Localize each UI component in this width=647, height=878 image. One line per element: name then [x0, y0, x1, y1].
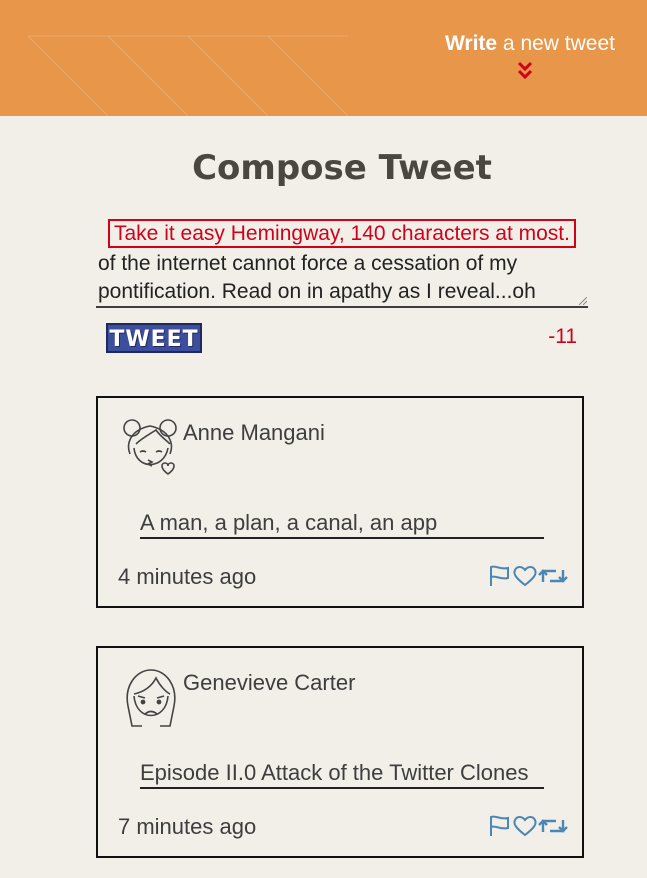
tweet-actions	[488, 564, 570, 590]
tweet-timestamp: 7 minutes ago	[118, 814, 257, 839]
char-counter: -11	[548, 325, 577, 348]
tweet-text: Episode II.0 Attack of the Twitter Clone…	[140, 760, 544, 789]
girl-kiss-avatar-icon	[123, 419, 177, 475]
double-chevron-down-icon[interactable]	[516, 60, 534, 82]
compose-title: Compose Tweet	[192, 148, 492, 188]
retweet-icon[interactable]	[538, 814, 568, 838]
textarea-line-1: of the internet cannot force a cessation…	[98, 252, 518, 275]
textarea-line-2: pontification. Read on in apathy as I re…	[98, 280, 536, 303]
tweet-actions	[488, 814, 570, 840]
retweet-icon[interactable]	[538, 564, 568, 588]
top-bar: Write a new tweet	[0, 0, 647, 116]
tweet-card: Genevieve Carter Episode II.0 Attack of …	[96, 646, 584, 858]
write-new-tweet-link[interactable]: Write a new tweet	[445, 32, 615, 56]
tweet-button[interactable]: TWEET	[106, 323, 202, 353]
tweet-card: Anne Mangani A man, a plan, a canal, an …	[96, 396, 584, 608]
char-limit-warning: Take it easy Hemingway, 140 characters a…	[108, 219, 576, 248]
heart-icon[interactable]	[512, 564, 538, 588]
header-pattern	[27, 35, 349, 116]
flag-icon[interactable]	[488, 814, 512, 838]
girl-frown-avatar-icon	[126, 669, 176, 727]
write-label: Write	[444, 32, 498, 55]
tweet-timestamp: 4 minutes ago	[118, 564, 257, 589]
resize-grip-icon[interactable]	[579, 297, 587, 305]
write-rest-label: a new tweet	[497, 32, 615, 55]
tweet-textarea[interactable]: of the internet cannot force a cessation…	[96, 250, 588, 308]
tweet-text: A man, a plan, a canal, an app	[140, 510, 544, 539]
tweet-author: Genevieve Carter	[183, 670, 356, 695]
flag-icon[interactable]	[488, 564, 512, 588]
tweet-author: Anne Mangani	[183, 420, 325, 445]
heart-icon[interactable]	[512, 814, 538, 838]
